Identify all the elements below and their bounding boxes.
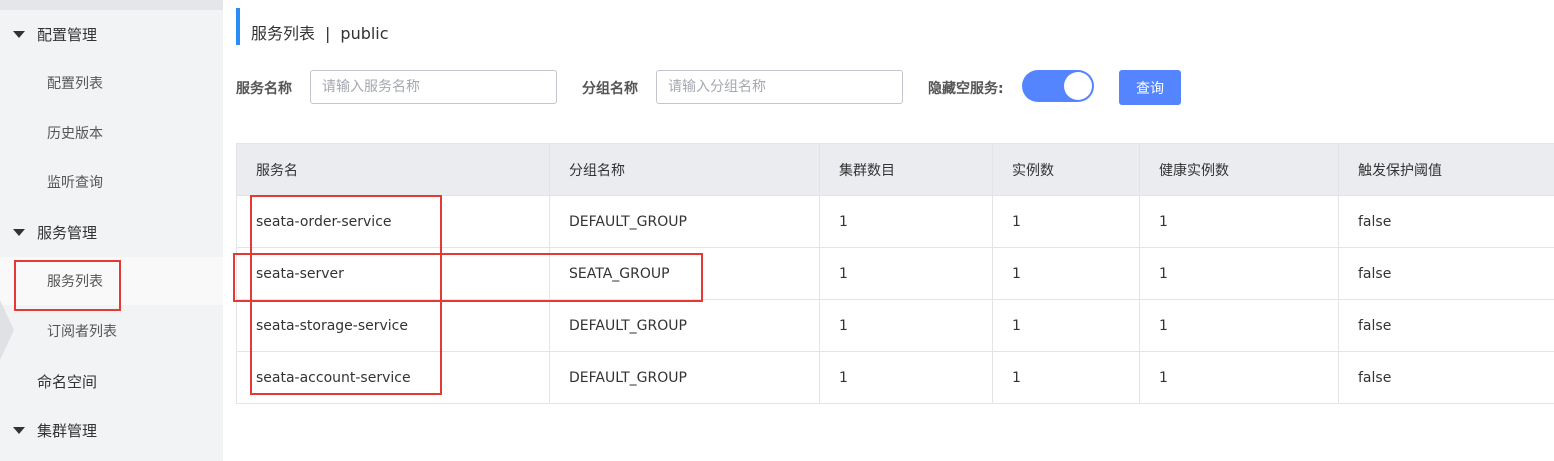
cell-service-name: seata-storage-service [236,299,550,352]
cell-cluster-count: 1 [819,351,993,404]
table-header-row: 服务名 分组名称 集群数目 实例数 健康实例数 触发保护阈值 [236,143,1554,196]
column-header-healthy-instance-count: 健康实例数 [1139,143,1339,196]
cell-group-name: SEATA_GROUP [549,247,820,300]
sidebar-group-label: 服务管理 [37,223,98,242]
service-table: 服务名 分组名称 集群数目 实例数 健康实例数 触发保护阈值 seata-ord… [236,143,1554,404]
sidebar-group-label: 集群管理 [37,421,98,440]
page-title-text: 服务列表 [251,24,316,43]
caret-down-icon [13,228,25,236]
hide-empty-services-toggle[interactable] [1022,70,1094,102]
group-name-input[interactable] [656,70,903,104]
caret-down-icon [13,426,25,434]
cell-protect-threshold: false [1338,299,1554,352]
column-header-cluster-count: 集群数目 [819,143,993,196]
table-row: seata-storage-service DEFAULT_GROUP 1 1 … [236,299,1554,352]
namespace-name: public [340,24,389,43]
app-root: 配置管理 配置列表 历史版本 监听查询 服务管理 服务列表 订阅者列表 命名空间… [0,0,1554,461]
cell-healthy-instance-count: 1 [1139,195,1339,248]
cell-group-name: DEFAULT_GROUP [549,299,820,352]
cell-instance-count: 1 [992,299,1140,352]
cell-service-name: seata-server [236,247,550,300]
sidebar-group-service[interactable]: 服务管理 [0,217,223,247]
title-separator: | [325,24,331,43]
sidebar-item-label: 服务列表 [47,274,103,290]
cell-group-name: DEFAULT_GROUP [549,351,820,404]
hide-empty-services-label: 隐藏空服务: [928,81,1004,97]
toggle-knob [1064,72,1092,100]
table-row: seata-account-service DEFAULT_GROUP 1 1 … [236,351,1554,404]
column-header-group-name: 分组名称 [549,143,820,196]
cell-instance-count: 1 [992,195,1140,248]
sidebar-group-label: 配置管理 [37,25,98,44]
sidebar-collapse-handle[interactable] [0,300,14,360]
cell-healthy-instance-count: 1 [1139,299,1339,352]
sidebar-top-strip [0,0,223,10]
cell-cluster-count: 1 [819,299,993,352]
sidebar-item-config-list[interactable]: 配置列表 [0,59,223,107]
table-row: seata-order-service DEFAULT_GROUP 1 1 1 … [236,195,1554,248]
group-name-label: 分组名称 [582,81,638,97]
cell-instance-count: 1 [992,247,1140,300]
service-name-input[interactable] [310,70,557,104]
query-button[interactable]: 查询 [1119,70,1181,105]
cell-healthy-instance-count: 1 [1139,351,1339,404]
sidebar-item-label: 命名空间 [37,372,98,391]
sidebar-item-subscribers[interactable]: 订阅者列表 [0,307,223,355]
sidebar-group-config[interactable]: 配置管理 [0,19,223,49]
cell-protect-threshold: false [1338,247,1554,300]
sidebar-item-label: 历史版本 [47,126,103,142]
column-header-instance-count: 实例数 [992,143,1140,196]
sidebar-item-service-list[interactable]: 服务列表 [0,257,223,305]
column-header-service-name: 服务名 [236,143,550,196]
cell-service-name: seata-order-service [236,195,550,248]
title-accent-bar [236,8,240,45]
cell-protect-threshold: false [1338,195,1554,248]
sidebar: 配置管理 配置列表 历史版本 监听查询 服务管理 服务列表 订阅者列表 命名空间… [0,0,223,461]
sidebar-item-listener-query[interactable]: 监听查询 [0,158,223,206]
page-title: 服务列表 | public [251,20,389,44]
service-name-label: 服务名称 [236,81,292,97]
cell-cluster-count: 1 [819,195,993,248]
cell-group-name: DEFAULT_GROUP [549,195,820,248]
sidebar-item-label: 配置列表 [47,76,103,92]
sidebar-item-namespace[interactable]: 命名空间 [0,357,223,405]
cell-protect-threshold: false [1338,351,1554,404]
caret-down-icon [13,30,25,38]
column-header-protect-threshold: 触发保护阈值 [1338,143,1554,196]
sidebar-item-history[interactable]: 历史版本 [0,109,223,157]
sidebar-item-label: 订阅者列表 [47,324,117,340]
cell-cluster-count: 1 [819,247,993,300]
cell-service-name: seata-account-service [236,351,550,404]
cell-healthy-instance-count: 1 [1139,247,1339,300]
cell-instance-count: 1 [992,351,1140,404]
table-row: seata-server SEATA_GROUP 1 1 1 false [236,247,1554,300]
sidebar-item-label: 监听查询 [47,175,103,191]
sidebar-group-cluster[interactable]: 集群管理 [0,415,223,445]
